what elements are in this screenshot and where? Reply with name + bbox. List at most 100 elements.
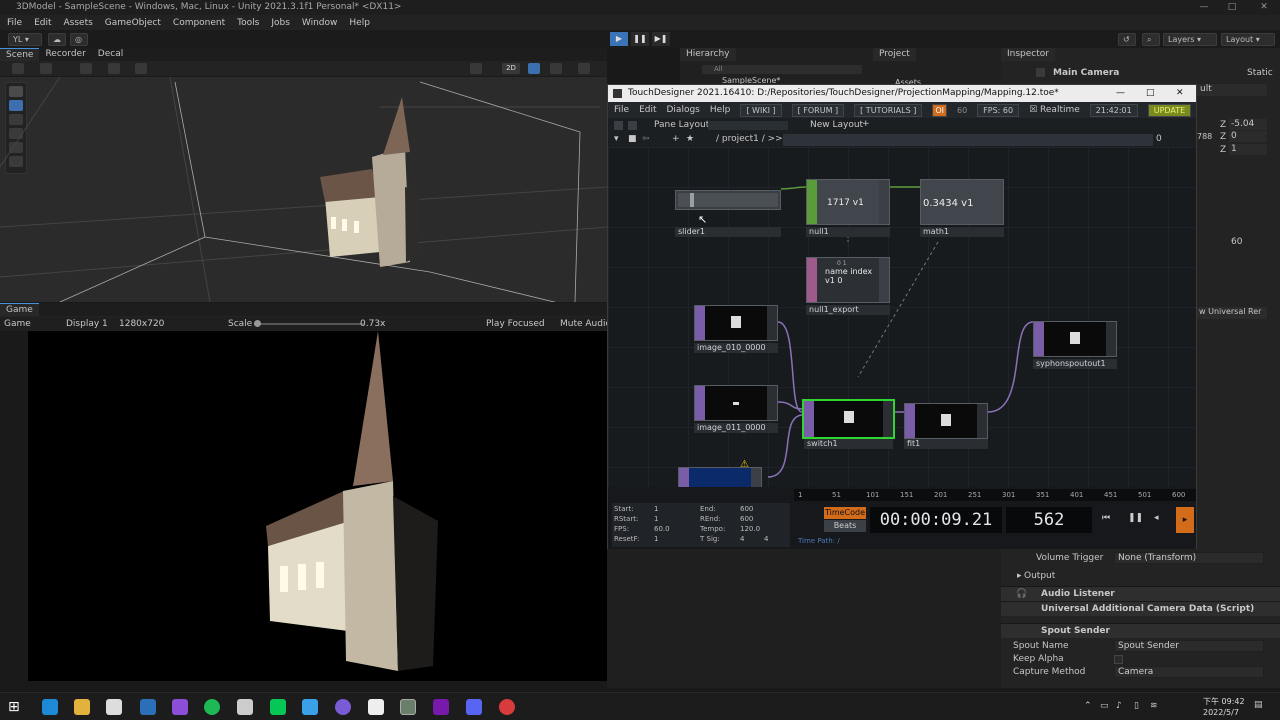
toggle-2d-button[interactable]: 2D: [502, 63, 520, 74]
renderer-dropdown[interactable]: w Universal Rer: [1197, 307, 1267, 319]
tsig-value-1[interactable]: 4: [740, 535, 744, 543]
windows-start-icon[interactable]: ⊞: [8, 699, 24, 715]
td-pane-icon[interactable]: [614, 121, 623, 130]
tab-hierarchy[interactable]: Hierarchy: [680, 48, 736, 61]
scene-viewport[interactable]: [0, 77, 607, 302]
td-tutorials-button[interactable]: [ TUTORIALS ]: [854, 103, 923, 117]
menu-component[interactable]: Component: [173, 18, 225, 28]
volume-icon[interactable]: ♪: [1116, 701, 1122, 711]
increment-snap-icon[interactable]: [135, 63, 147, 74]
menu-edit[interactable]: Edit: [34, 18, 51, 28]
minimize-icon[interactable]: —: [1190, 0, 1218, 15]
rstart-value[interactable]: 1: [654, 515, 658, 523]
taskbar-date[interactable]: 2022/5/7: [1203, 708, 1239, 717]
layers-dropdown[interactable]: Layers ▾: [1163, 33, 1217, 46]
td-add-icon[interactable]: +: [672, 134, 680, 144]
position-z-field[interactable]: -5.04: [1229, 119, 1267, 130]
layout-dropdown[interactable]: Layout ▾: [1221, 33, 1275, 46]
td-stop-icon[interactable]: ■: [628, 134, 637, 144]
effects-icon[interactable]: [578, 63, 590, 74]
tab-game[interactable]: Game: [0, 303, 39, 316]
play-focused-dropdown[interactable]: Play Focused: [486, 319, 545, 329]
td-network-path[interactable]: / project1 / >>: [716, 134, 783, 144]
wifi-icon[interactable]: ≋: [1150, 701, 1158, 711]
td-path-menu-icon[interactable]: ▾: [614, 134, 619, 144]
menu-window[interactable]: Window: [302, 18, 338, 28]
hierarchy-search[interactable]: All: [702, 65, 862, 74]
td-node-syphon[interactable]: [1033, 321, 1117, 357]
scale-slider-handle[interactable]: [254, 320, 261, 327]
menu-tools[interactable]: Tools: [237, 18, 259, 28]
frame-display[interactable]: 562: [1006, 507, 1092, 533]
menu-help[interactable]: Help: [349, 18, 370, 28]
grid-icon[interactable]: [80, 63, 92, 74]
battery-icon[interactable]: ▯: [1134, 701, 1139, 711]
line-icon[interactable]: [270, 699, 286, 715]
td-pane-split-icon[interactable]: [628, 121, 637, 130]
td-oi-badge[interactable]: OI: [932, 103, 947, 117]
td-menu-dialogs[interactable]: Dialogs: [667, 105, 700, 115]
td-node-switch1[interactable]: [802, 399, 895, 439]
unity-icon[interactable]: [368, 699, 384, 715]
spout-sender-header[interactable]: Spout Sender: [1001, 623, 1280, 638]
td-node-math1[interactable]: 0.3434 v1: [920, 179, 1004, 225]
td-node-fit1[interactable]: [904, 403, 988, 439]
start-value[interactable]: 1: [654, 505, 658, 513]
history-icon[interactable]: ↺: [1118, 33, 1136, 46]
spout-name-field[interactable]: Spout Sender: [1114, 640, 1264, 652]
menu-file[interactable]: File: [7, 18, 22, 28]
td-menu-edit[interactable]: Edit: [639, 105, 656, 115]
mute-audio-button[interactable]: Mute Audio: [560, 319, 611, 329]
tsig-value-2[interactable]: 4: [764, 535, 768, 543]
td-node-image-010[interactable]: [694, 305, 778, 341]
td-add-layout-icon[interactable]: +: [862, 119, 870, 129]
unity-hub-icon[interactable]: [237, 699, 253, 715]
menu-gameobject[interactable]: GameObject: [105, 18, 161, 28]
warning-icon[interactable]: ⚠: [740, 459, 749, 470]
search-icon[interactable]: ⌕: [1142, 33, 1160, 46]
td-play-icon[interactable]: ▸: [1176, 507, 1194, 533]
capture-method-dropdown[interactable]: Camera: [1114, 666, 1264, 678]
snap-icon[interactable]: [40, 63, 52, 74]
td-path-field[interactable]: [783, 134, 1153, 146]
draw-mode-icon[interactable]: [470, 63, 482, 74]
lighting-icon[interactable]: [528, 63, 540, 74]
td-pause-icon[interactable]: ❚❚: [1128, 513, 1143, 523]
rewind-icon[interactable]: ⏮: [1102, 513, 1110, 523]
tempo-value[interactable]: 120.0: [740, 525, 760, 533]
network-icon[interactable]: ▭: [1100, 701, 1109, 711]
volume-trigger-field[interactable]: None (Transform): [1114, 552, 1264, 564]
cloud-icon[interactable]: ☁: [48, 33, 66, 46]
td-node-slider1[interactable]: [675, 190, 781, 210]
pause-button[interactable]: ❚❚: [631, 32, 649, 46]
keep-alpha-checkbox[interactable]: [1114, 655, 1123, 664]
td-maximize-icon[interactable]: □: [1146, 85, 1155, 102]
fps-value[interactable]: 60.0: [654, 525, 670, 533]
close-icon[interactable]: ✕: [1250, 0, 1278, 15]
td-new-layout-button[interactable]: New Layout: [810, 120, 863, 130]
td-back-icon[interactable]: ⇦: [642, 134, 650, 144]
td-menu-help[interactable]: Help: [710, 105, 731, 115]
menu-jobs[interactable]: Jobs: [271, 18, 290, 28]
td-node-noise[interactable]: [678, 467, 762, 487]
td-minimize-icon[interactable]: —: [1116, 85, 1125, 102]
td-timeline[interactable]: 1 51 101 151 201 251 301 351 401 451 501 600: [794, 489, 1196, 501]
game-mode-dropdown[interactable]: Game: [4, 319, 31, 329]
rotation-z-field[interactable]: 0: [1229, 131, 1267, 142]
tab-recorder[interactable]: Recorder: [39, 48, 91, 61]
account-dropdown[interactable]: YL ▾: [8, 33, 42, 46]
onenote-icon[interactable]: [433, 699, 449, 715]
timecode-display[interactable]: 00:00:09.21: [870, 507, 1002, 533]
taskbar-time[interactable]: 下午 09:42: [1203, 696, 1245, 707]
transform-tools-icon[interactable]: [12, 63, 24, 74]
display-dropdown[interactable]: Display 1: [66, 319, 108, 329]
tab-scene[interactable]: Scene: [0, 48, 40, 61]
rend-value[interactable]: 600: [740, 515, 753, 523]
spotify-icon[interactable]: [204, 699, 220, 715]
scale-slider[interactable]: [254, 323, 364, 325]
todo-icon[interactable]: [302, 699, 318, 715]
preset-dropdown[interactable]: ult: [1197, 84, 1267, 96]
menu-assets[interactable]: Assets: [64, 18, 93, 28]
game-view[interactable]: [28, 331, 650, 681]
td-star-icon[interactable]: ★: [686, 134, 694, 144]
